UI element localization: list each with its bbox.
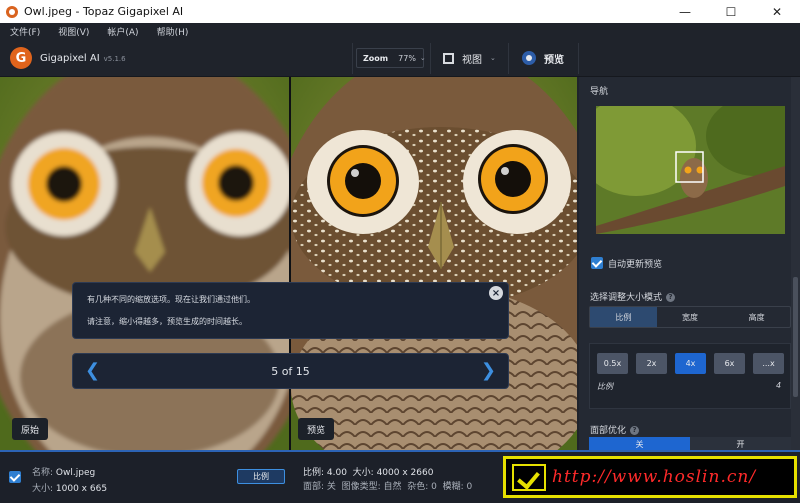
- output-noise: 杂色: 0: [407, 482, 437, 492]
- scale-6x-button[interactable]: 6x: [714, 353, 745, 374]
- file-name-value: Owl.jpeg: [55, 468, 96, 478]
- output-details-line-2: 面部: 关 图像类型: 自然 杂色: 0 模糊: 0: [303, 479, 472, 492]
- file-name: 名称: Owl.jpeg: [32, 465, 95, 478]
- help-icon[interactable]: ?: [666, 293, 676, 302]
- preview-button[interactable]: 预览: [522, 48, 564, 68]
- auto-update-label: 自动更新预览: [608, 260, 663, 270]
- tab-width[interactable]: 宽度: [657, 307, 724, 327]
- scale-4x-button[interactable]: 4x: [675, 353, 706, 374]
- output-face: 面部: 关: [303, 482, 336, 492]
- face-refine-title: 面部优化?: [590, 423, 640, 436]
- output-ratio: 比例: 4.00: [303, 468, 347, 478]
- owl-original-image: [0, 77, 289, 450]
- zoom-label: Zoom: [363, 53, 389, 63]
- resize-mode-title: 选择调整大小模式?: [590, 290, 676, 303]
- header-divider: [508, 43, 509, 74]
- file-select-checkbox[interactable]: [9, 471, 21, 483]
- app-window: Owl.jpeg - Topaz Gigapixel AI — ☐ ✕ 文件(F…: [0, 0, 800, 503]
- header-divider: [430, 43, 431, 74]
- chevron-down-icon: ⌄: [490, 54, 496, 62]
- scale-custom-button[interactable]: ...x: [753, 353, 784, 374]
- tab-scale[interactable]: 比例: [590, 307, 657, 327]
- watermark-overlay: http://www.hoslin.cn/: [503, 456, 797, 498]
- view-label: 视图: [462, 54, 482, 66]
- minimize-button[interactable]: —: [662, 0, 708, 23]
- auto-update-checkbox[interactable]: [591, 257, 603, 269]
- file-size-value: 1000 x 665: [55, 484, 108, 494]
- tab-height[interactable]: 高度: [723, 307, 790, 327]
- navigator-owl-image: [596, 106, 785, 234]
- face-refine-toggle: 关 开: [589, 437, 791, 451]
- view-button[interactable]: 视图 ⌄: [443, 48, 496, 68]
- original-label: 原始: [12, 418, 49, 440]
- file-name-label: 名称:: [32, 468, 54, 478]
- step-counter: 5 of 15: [271, 365, 310, 378]
- owl-preview-image: [291, 77, 577, 450]
- menu-bar: 文件(F) 视图(V) 帐户(A) 帮助(H): [0, 23, 800, 40]
- scale-0-5x-button[interactable]: 0.5x: [597, 353, 628, 374]
- scale-value: 4: [776, 381, 782, 390]
- app-brand: Gigapixel AI v5.1.6: [40, 53, 126, 64]
- view-icon: [443, 52, 454, 64]
- zoom-dropdown[interactable]: Zoom 77% ⌄: [356, 48, 426, 68]
- app-version: v5.1.6: [103, 55, 126, 63]
- tooltip-line-2: 请注意，缩小得越多，预览生成的时间越长。: [87, 317, 247, 326]
- chevron-down-icon: ⌄: [419, 54, 426, 62]
- original-image-pane[interactable]: [0, 77, 289, 450]
- scrollbar-thumb[interactable]: [793, 277, 798, 397]
- scale-2x-button[interactable]: 2x: [636, 353, 667, 374]
- gigapixel-logo: G: [10, 47, 32, 69]
- output-size: 大小: 4000 x 2660: [352, 468, 434, 478]
- output-blur: 模糊: 0: [442, 482, 473, 492]
- navigator-title: 导航: [590, 87, 609, 97]
- app-name: Gigapixel AI: [40, 53, 100, 64]
- menu-view[interactable]: 视图(V): [58, 25, 89, 38]
- maximize-button[interactable]: ☐: [708, 0, 754, 23]
- preview-label: 预览: [544, 54, 564, 66]
- resize-mode-tabs: 比例 宽度 高度: [589, 306, 791, 328]
- menu-account[interactable]: 帐户(A): [107, 25, 138, 38]
- header-divider: [352, 43, 353, 74]
- eye-icon: [522, 51, 536, 65]
- face-on-option[interactable]: 开: [690, 437, 791, 451]
- face-off-option[interactable]: 关: [589, 437, 690, 451]
- window-title: Owl.jpeg - Topaz Gigapixel AI: [24, 5, 184, 18]
- preview-image-pane[interactable]: [291, 77, 577, 450]
- close-window-button[interactable]: ✕: [754, 0, 800, 23]
- header-divider: [578, 43, 579, 74]
- navigator-thumbnail[interactable]: [596, 106, 785, 234]
- watermark-text: http://www.hoslin.cn/: [552, 467, 757, 487]
- next-step-arrow-icon[interactable]: ❯: [481, 360, 496, 381]
- file-size-label: 大小:: [32, 484, 54, 494]
- tutorial-pager: ❮ 5 of 15 ❯: [72, 353, 509, 389]
- sidebar-scrollbar[interactable]: [791, 77, 800, 450]
- output-image-type: 图像类型: 自然: [341, 482, 402, 492]
- mode-badge: 比例: [237, 469, 285, 484]
- face-refine-text: 面部优化: [590, 426, 627, 436]
- title-bar: Owl.jpeg - Topaz Gigapixel AI — ☐ ✕: [0, 0, 800, 23]
- checkmark-icon: [512, 464, 546, 491]
- help-icon[interactable]: ?: [630, 426, 640, 435]
- menu-help[interactable]: 帮助(H): [157, 25, 189, 38]
- zoom-value: 77%: [398, 53, 416, 63]
- tooltip-close-button[interactable]: ×: [489, 286, 503, 300]
- menu-file[interactable]: 文件(F): [10, 25, 40, 38]
- output-details-line-1: 比例: 4.00 大小: 4000 x 2660: [303, 465, 433, 478]
- scale-label: 比例: [597, 382, 613, 391]
- file-size: 大小: 1000 x 665: [32, 481, 107, 494]
- tutorial-tooltip: 有几种不同的缩放选项。现在让我们通过他们。 请注意，缩小得越多，预览生成的时间越…: [72, 282, 509, 339]
- resize-mode-text: 选择调整大小模式: [590, 293, 663, 303]
- app-icon: [6, 5, 18, 18]
- tooltip-line-1: 有几种不同的缩放选项。现在让我们通过他们。: [87, 295, 255, 304]
- preview-label: 预览: [298, 418, 335, 440]
